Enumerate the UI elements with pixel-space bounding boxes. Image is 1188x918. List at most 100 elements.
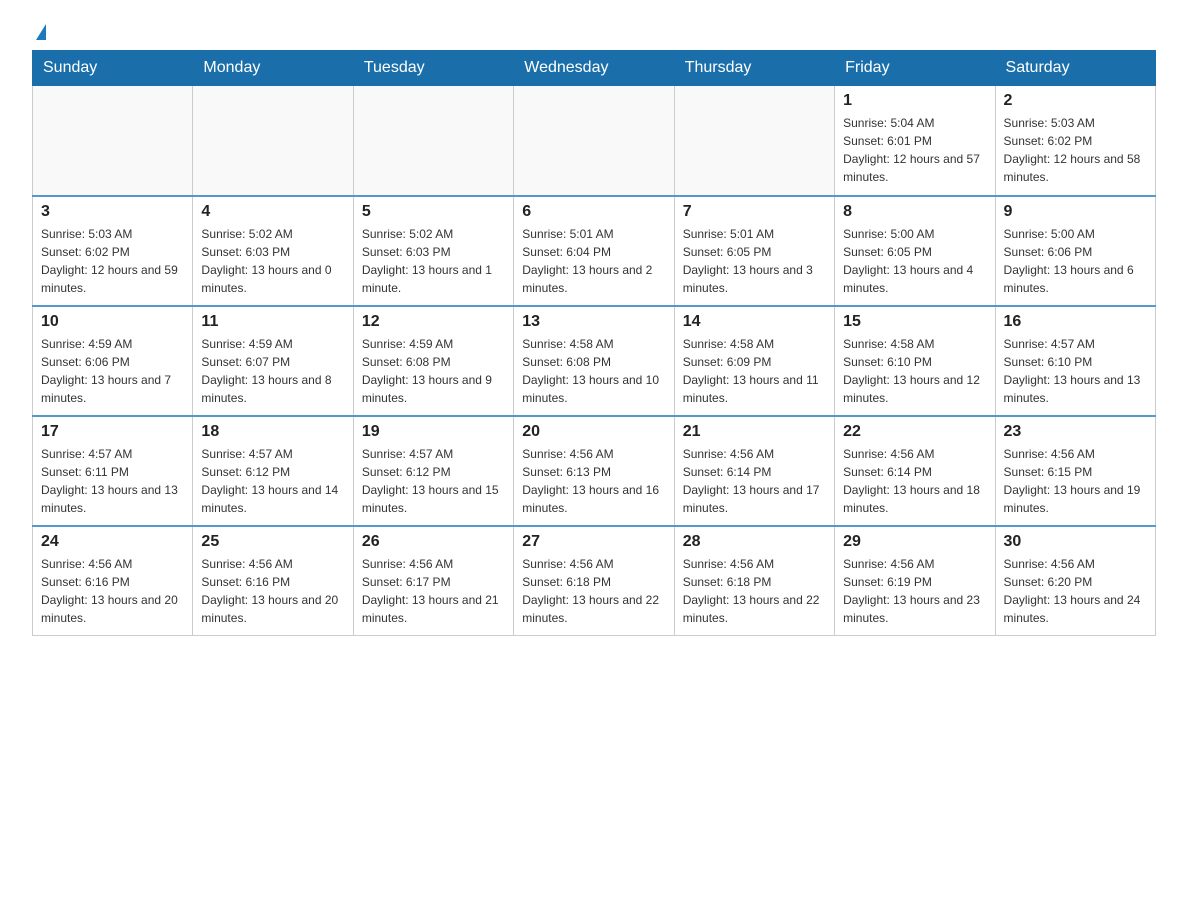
calendar-cell (353, 86, 513, 196)
weekday-header-wednesday: Wednesday (514, 51, 674, 86)
logo (32, 24, 46, 40)
day-info: Sunrise: 5:00 AM Sunset: 6:05 PM Dayligh… (843, 225, 986, 297)
day-info: Sunrise: 4:59 AM Sunset: 6:08 PM Dayligh… (362, 335, 505, 407)
calendar-cell: 5 Sunrise: 5:02 AM Sunset: 6:03 PM Daylig… (353, 196, 513, 306)
calendar-cell: 11Sunrise: 4:59 AM Sunset: 6:07 PM Dayli… (193, 306, 353, 416)
calendar-cell: 27 Sunrise: 4:56 AM Sunset: 6:18 PM Dayli… (514, 526, 674, 636)
weekday-header-tuesday: Tuesday (353, 51, 513, 86)
calendar-cell: 13 Sunrise: 4:58 AM Sunset: 6:08 PM Dayli… (514, 306, 674, 416)
day-info: Sunrise: 4:56 AM Sunset: 6:14 PM Dayligh… (683, 445, 826, 517)
day-number: 5 (362, 203, 505, 221)
day-info: Sunrise: 5:02 AM Sunset: 6:03 PM Dayligh… (362, 225, 505, 297)
day-info: Sunrise: 5:01 AM Sunset: 6:05 PM Dayligh… (683, 225, 826, 297)
calendar-cell: 19 Sunrise: 4:57 AM Sunset: 6:12 PM Dayli… (353, 416, 513, 526)
calendar-cell: 2 Sunrise: 5:03 AM Sunset: 6:02 PM Daylig… (995, 86, 1155, 196)
day-info: Sunrise: 5:01 AM Sunset: 6:04 PM Dayligh… (522, 225, 665, 297)
calendar-cell: 22 Sunrise: 4:56 AM Sunset: 6:14 PM Dayli… (835, 416, 995, 526)
weekday-header-friday: Friday (835, 51, 995, 86)
calendar-cell: 17 Sunrise: 4:57 AM Sunset: 6:11 PM Dayli… (33, 416, 193, 526)
day-number: 16 (1004, 313, 1147, 331)
day-info: Sunrise: 4:56 AM Sunset: 6:13 PM Dayligh… (522, 445, 665, 517)
calendar-cell: 3 Sunrise: 5:03 AM Sunset: 6:02 PM Daylig… (33, 196, 193, 306)
day-info: Sunrise: 4:56 AM Sunset: 6:18 PM Dayligh… (683, 555, 826, 627)
calendar-cell: 10 Sunrise: 4:59 AM Sunset: 6:06 PM Dayli… (33, 306, 193, 416)
calendar-body: 1Sunrise: 5:04 AM Sunset: 6:01 PM Daylig… (33, 86, 1156, 636)
page-header (32, 24, 1156, 40)
calendar-week-row: 10 Sunrise: 4:59 AM Sunset: 6:06 PM Dayli… (33, 306, 1156, 416)
calendar-cell: 28 Sunrise: 4:56 AM Sunset: 6:18 PM Dayli… (674, 526, 834, 636)
weekday-header-saturday: Saturday (995, 51, 1155, 86)
calendar-week-row: 24 Sunrise: 4:56 AM Sunset: 6:16 PM Dayli… (33, 526, 1156, 636)
day-info: Sunrise: 4:58 AM Sunset: 6:10 PM Dayligh… (843, 335, 986, 407)
day-number: 1 (843, 92, 986, 110)
calendar-cell: 6 Sunrise: 5:01 AM Sunset: 6:04 PM Daylig… (514, 196, 674, 306)
day-number: 21 (683, 423, 826, 441)
day-number: 7 (683, 203, 826, 221)
day-number: 27 (522, 533, 665, 551)
day-info: Sunrise: 4:57 AM Sunset: 6:12 PM Dayligh… (362, 445, 505, 517)
day-number: 3 (41, 203, 184, 221)
calendar-cell: 30 Sunrise: 4:56 AM Sunset: 6:20 PM Dayli… (995, 526, 1155, 636)
calendar-week-row: 3 Sunrise: 5:03 AM Sunset: 6:02 PM Daylig… (33, 196, 1156, 306)
day-number: 24 (41, 533, 184, 551)
calendar-cell: 20 Sunrise: 4:56 AM Sunset: 6:13 PM Dayli… (514, 416, 674, 526)
day-number: 23 (1004, 423, 1147, 441)
day-number: 30 (1004, 533, 1147, 551)
day-number: 26 (362, 533, 505, 551)
calendar-week-row: 17 Sunrise: 4:57 AM Sunset: 6:11 PM Dayli… (33, 416, 1156, 526)
day-number: 4 (201, 203, 344, 221)
day-info: Sunrise: 4:58 AM Sunset: 6:08 PM Dayligh… (522, 335, 665, 407)
calendar-cell: 15Sunrise: 4:58 AM Sunset: 6:10 PM Dayli… (835, 306, 995, 416)
day-number: 29 (843, 533, 986, 551)
day-number: 25 (201, 533, 344, 551)
day-number: 11 (201, 313, 344, 331)
calendar-cell: 24 Sunrise: 4:56 AM Sunset: 6:16 PM Dayli… (33, 526, 193, 636)
day-info: Sunrise: 5:03 AM Sunset: 6:02 PM Dayligh… (41, 225, 184, 297)
day-number: 18 (201, 423, 344, 441)
day-number: 13 (522, 313, 665, 331)
day-number: 8 (843, 203, 986, 221)
day-number: 2 (1004, 92, 1147, 110)
day-number: 9 (1004, 203, 1147, 221)
day-info: Sunrise: 4:56 AM Sunset: 6:19 PM Dayligh… (843, 555, 986, 627)
day-info: Sunrise: 4:56 AM Sunset: 6:15 PM Dayligh… (1004, 445, 1147, 517)
calendar-cell: 16Sunrise: 4:57 AM Sunset: 6:10 PM Dayli… (995, 306, 1155, 416)
calendar-cell (33, 86, 193, 196)
day-number: 10 (41, 313, 184, 331)
weekday-header-row: SundayMondayTuesdayWednesdayThursdayFrid… (33, 51, 1156, 86)
day-number: 19 (362, 423, 505, 441)
day-info: Sunrise: 4:56 AM Sunset: 6:20 PM Dayligh… (1004, 555, 1147, 627)
day-number: 12 (362, 313, 505, 331)
calendar-cell: 18 Sunrise: 4:57 AM Sunset: 6:12 PM Dayli… (193, 416, 353, 526)
calendar-cell: 7 Sunrise: 5:01 AM Sunset: 6:05 PM Daylig… (674, 196, 834, 306)
day-number: 17 (41, 423, 184, 441)
day-info: Sunrise: 4:57 AM Sunset: 6:11 PM Dayligh… (41, 445, 184, 517)
day-number: 6 (522, 203, 665, 221)
weekday-header-sunday: Sunday (33, 51, 193, 86)
day-info: Sunrise: 4:56 AM Sunset: 6:18 PM Dayligh… (522, 555, 665, 627)
day-number: 22 (843, 423, 986, 441)
day-info: Sunrise: 4:56 AM Sunset: 6:14 PM Dayligh… (843, 445, 986, 517)
day-info: Sunrise: 4:57 AM Sunset: 6:12 PM Dayligh… (201, 445, 344, 517)
day-info: Sunrise: 4:58 AM Sunset: 6:09 PM Dayligh… (683, 335, 826, 407)
day-info: Sunrise: 5:02 AM Sunset: 6:03 PM Dayligh… (201, 225, 344, 297)
day-info: Sunrise: 4:59 AM Sunset: 6:06 PM Dayligh… (41, 335, 184, 407)
calendar-cell: 26 Sunrise: 4:56 AM Sunset: 6:17 PM Dayli… (353, 526, 513, 636)
calendar-table: SundayMondayTuesdayWednesdayThursdayFrid… (32, 50, 1156, 636)
calendar-cell (514, 86, 674, 196)
day-info: Sunrise: 5:03 AM Sunset: 6:02 PM Dayligh… (1004, 114, 1147, 186)
day-info: Sunrise: 5:00 AM Sunset: 6:06 PM Dayligh… (1004, 225, 1147, 297)
day-number: 28 (683, 533, 826, 551)
calendar-cell (193, 86, 353, 196)
calendar-cell: 9 Sunrise: 5:00 AM Sunset: 6:06 PM Daylig… (995, 196, 1155, 306)
calendar-cell: 8 Sunrise: 5:00 AM Sunset: 6:05 PM Daylig… (835, 196, 995, 306)
day-info: Sunrise: 4:56 AM Sunset: 6:17 PM Dayligh… (362, 555, 505, 627)
day-info: Sunrise: 4:56 AM Sunset: 6:16 PM Dayligh… (201, 555, 344, 627)
day-number: 20 (522, 423, 665, 441)
day-info: Sunrise: 4:56 AM Sunset: 6:16 PM Dayligh… (41, 555, 184, 627)
day-number: 14 (683, 313, 826, 331)
calendar-cell: 25 Sunrise: 4:56 AM Sunset: 6:16 PM Dayli… (193, 526, 353, 636)
weekday-header-monday: Monday (193, 51, 353, 86)
calendar-cell: 12 Sunrise: 4:59 AM Sunset: 6:08 PM Dayli… (353, 306, 513, 416)
calendar-cell: 23 Sunrise: 4:56 AM Sunset: 6:15 PM Dayli… (995, 416, 1155, 526)
